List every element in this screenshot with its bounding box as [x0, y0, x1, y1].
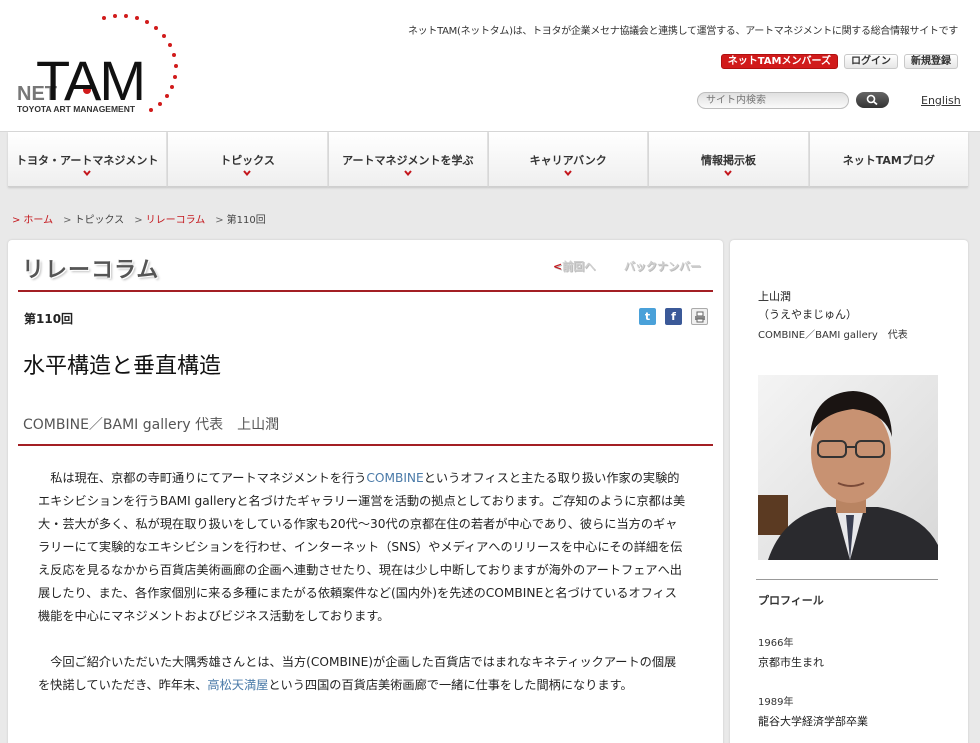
nav-item-label: アートマネジメントを学ぶ: [342, 154, 474, 167]
english-link[interactable]: English: [921, 94, 961, 107]
paragraph: 今回ご紹介いただいた大隅秀雄さんとは、当方(COMBINE)が企画した百貨店では…: [38, 655, 677, 692]
chevron-down-icon: [83, 170, 91, 176]
author-name-kana: （うえやまじゅん）: [758, 308, 857, 321]
nav-item-bulletin-board[interactable]: 情報掲示板: [649, 132, 810, 187]
previous-link[interactable]: <前回へ: [553, 258, 595, 274]
nav-item-learn[interactable]: アートマネジメントを学ぶ: [328, 132, 489, 187]
chevron-down-icon: [243, 170, 252, 176]
nettam-logo[interactable]: NET TAM TOYOTA ART MANAGEMENT: [14, 12, 184, 116]
breadcrumb: > ホーム > トピックス > リレーコラム > 第110回: [12, 211, 266, 226]
facebook-icon[interactable]: f: [665, 308, 682, 325]
site-header: NET TAM TOYOTA ART MANAGEMENT ネットTAM(ネット…: [0, 0, 980, 132]
article-body: 私は現在、京都の寺町通りにてアートマネジメントを行うCOMBINEというオフィス…: [38, 467, 688, 720]
register-button[interactable]: 新規登録: [904, 54, 958, 69]
backnumber-link[interactable]: バックナンバー: [624, 258, 701, 274]
nav-item-career-bank[interactable]: キャリアバンク: [488, 132, 650, 187]
profile-heading: プロフィール: [758, 594, 824, 607]
author-affiliation: COMBINE／BAMI gallery 代表: [758, 330, 908, 341]
divider: [18, 444, 713, 446]
author-photo: [758, 375, 938, 560]
issue-number: 第110回: [24, 312, 74, 326]
nav-item-toyota-art-management[interactable]: トヨタ・アートマネジメント: [8, 132, 169, 187]
global-nav: トヨタ・アートマネジメント トピックス アートマネジメントを学ぶ キャリアバンク…: [8, 132, 968, 187]
chevron-down-icon: [564, 170, 572, 176]
breadcrumb-home[interactable]: > ホーム: [12, 211, 53, 226]
nav-item-label: トヨタ・アートマネジメント: [15, 154, 159, 167]
article-panel: リレーコラム <前回へ バックナンバー 第110回 t f 水平構造と垂直構造 …: [8, 240, 723, 743]
chevron-down-icon: [724, 170, 733, 176]
search-icon: [866, 94, 878, 106]
nav-item-label: トピックス: [220, 154, 275, 167]
article-title: 水平構造と垂直構造: [23, 354, 222, 379]
search-button[interactable]: [856, 92, 889, 108]
share-buttons: t f: [639, 308, 708, 325]
divider: [756, 579, 938, 580]
login-button[interactable]: ログイン: [844, 54, 898, 69]
author-name: 上山潤: [758, 290, 791, 303]
svg-text:TAM: TAM: [36, 49, 144, 112]
breadcrumb-current: > 第110回: [215, 215, 266, 226]
profile-event: 龍谷大学経済学部卒業: [758, 715, 868, 728]
author-sidebar: 上山潤 （うえやまじゅん） COMBINE／BAMI gallery 代表 プロ…: [730, 240, 968, 743]
breadcrumb-topics[interactable]: > トピックス: [63, 211, 124, 226]
site-search-input[interactable]: [697, 92, 849, 109]
combine-link[interactable]: COMBINE: [366, 471, 423, 485]
takamatsu-tenmaya-link[interactable]: 高松天満屋: [207, 678, 268, 692]
nav-item-label: キャリアバンク: [529, 154, 607, 167]
breadcrumb-relay-column[interactable]: > リレーコラム: [134, 211, 205, 226]
site-tagline: ネットTAM(ネットタム)は、トヨタが企業メセナ協議会と連携して運営する、アート…: [407, 26, 958, 37]
svg-text:TOYOTA ART MANAGEMENT: TOYOTA ART MANAGEMENT: [17, 104, 136, 114]
nav-item-label: ネットTAMブログ: [842, 154, 935, 167]
twitter-icon[interactable]: t: [639, 308, 656, 325]
profile-event: 京都市生まれ: [758, 656, 824, 669]
header-account-buttons: ネットTAMメンバーズ ログイン 新規登録: [720, 54, 958, 69]
author-line: COMBINE／BAMI gallery 代表 上山潤: [23, 417, 280, 433]
print-icon[interactable]: [691, 308, 708, 325]
chevron-down-icon: [404, 170, 412, 176]
profile-year: 1989年: [758, 697, 794, 708]
nav-item-blog[interactable]: ネットTAMブログ: [809, 132, 968, 187]
paragraph: 私は現在、京都の寺町通りにてアートマネジメントを行うCOMBINEというオフィス…: [38, 471, 686, 623]
section-title: リレーコラム: [22, 258, 160, 283]
members-button[interactable]: ネットTAMメンバーズ: [720, 54, 838, 69]
nav-item-topics[interactable]: トピックス: [168, 132, 329, 187]
profile-year: 1966年: [758, 638, 794, 649]
nav-item-label: 情報掲示板: [700, 154, 756, 167]
divider: [18, 290, 713, 292]
